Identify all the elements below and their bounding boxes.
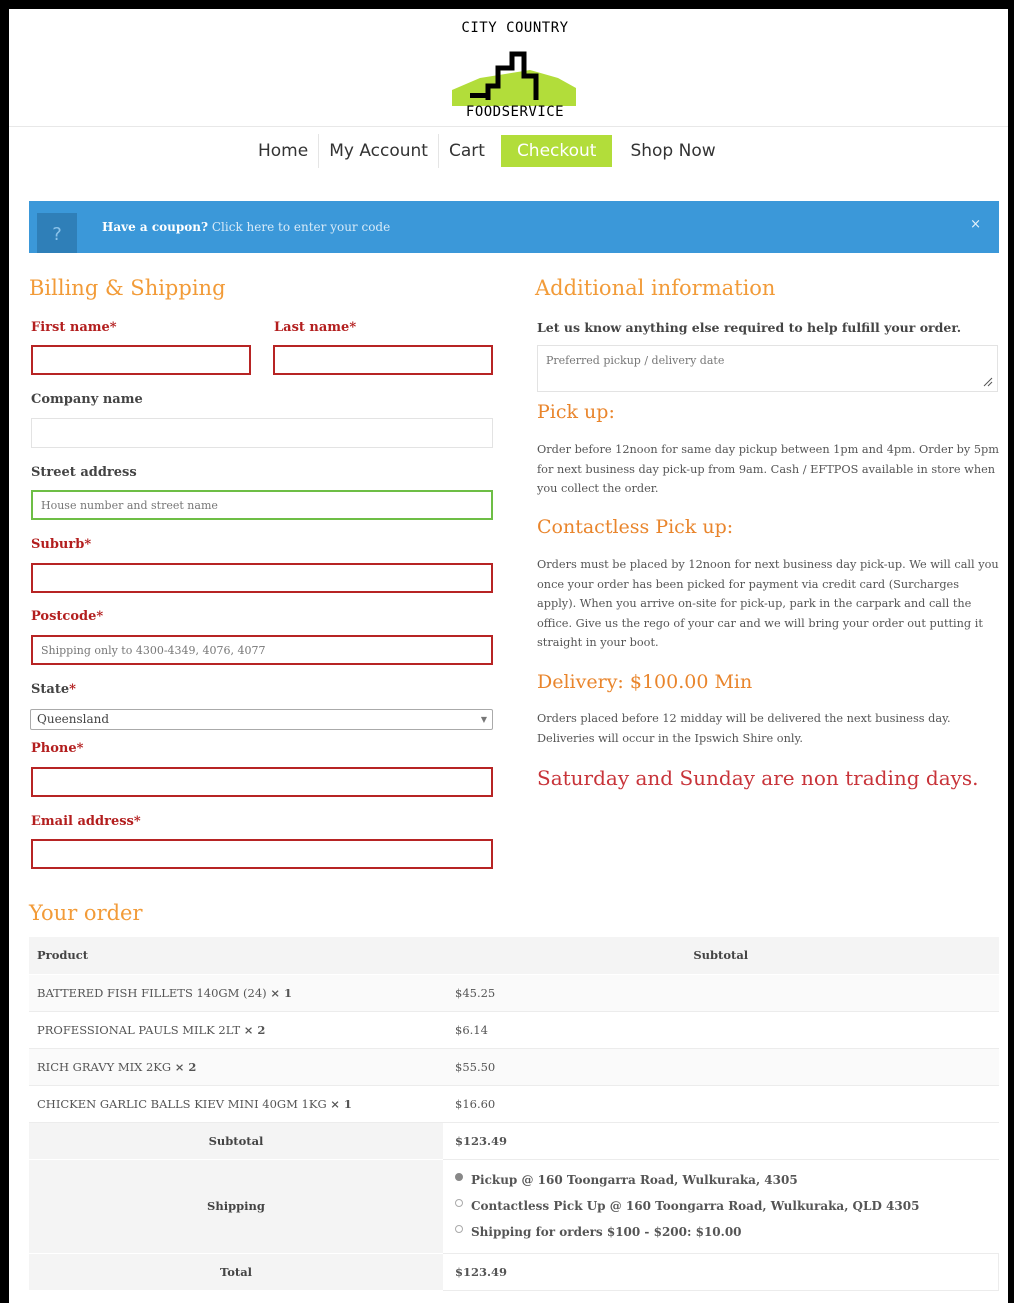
pickup-title: Pick up:: [537, 401, 615, 423]
window-frame-left: [0, 0, 9, 1303]
shipping-option-contactless[interactable]: Contactless Pick Up @ 160 Toongarra Road…: [455, 1193, 998, 1219]
additional-title: Additional information: [535, 276, 776, 300]
shipping-option-pickup[interactable]: Pickup @ 160 Toongarra Road, Wulkuraka, …: [455, 1167, 998, 1193]
total-value: $123.49: [443, 1253, 999, 1291]
product-price: $6.14: [443, 1011, 999, 1049]
contactless-title: Contactless Pick up:: [537, 516, 734, 538]
nav-shop-now[interactable]: Shop Now: [620, 134, 725, 168]
product-name: BATTERED FISH FILLETS 140GM (24): [37, 985, 267, 1000]
product-name: PROFESSIONAL PAULS MILK 2LT: [37, 1022, 241, 1037]
subtotal-value: $123.49: [443, 1122, 999, 1160]
order-table: Product Subtotal BATTERED FISH FILLETS 1…: [29, 937, 999, 1291]
logo-bottom-text: FOODSERVICE: [465, 104, 565, 120]
main-nav: Home My Account Cart Checkout Shop Now: [248, 134, 726, 168]
pickup-text: Order before 12noon for same day pickup …: [537, 443, 999, 495]
table-row: PROFESSIONAL PAULS MILK 2LT × 2 $6.14: [29, 1011, 999, 1049]
contactless-text: Orders must be placed by 12noon for next…: [537, 558, 999, 649]
shipping-options: Pickup @ 160 Toongarra Road, Wulkuraka, …: [443, 1159, 999, 1254]
coupon-link[interactable]: Click here to enter your code: [212, 220, 390, 234]
order-notes-label: Let us know anything else required to he…: [537, 320, 962, 335]
state-value: Queensland: [37, 712, 110, 726]
shipping-label: Shipping: [29, 1159, 443, 1254]
company-field[interactable]: [31, 418, 493, 448]
radio[interactable]: [455, 1224, 463, 1233]
product-name: CHICKEN GARLIC BALLS KIEV MINI 40GM 1KG: [37, 1096, 327, 1111]
close-icon[interactable]: ×: [970, 217, 981, 232]
product-price: $55.50: [443, 1048, 999, 1086]
shipping-row: Shipping Pickup @ 160 Toongarra Road, Wu…: [29, 1159, 999, 1254]
order-title: Your order: [29, 901, 143, 925]
radio-selected[interactable]: [455, 1172, 463, 1181]
total-row: Total $123.49: [29, 1253, 999, 1291]
billing-title: Billing & Shipping: [29, 276, 226, 300]
window-frame-right: [1008, 0, 1014, 1303]
nav-home[interactable]: Home: [248, 134, 320, 168]
product-price: $16.60: [443, 1085, 999, 1123]
delivery-title: Delivery: $100.00 Min: [537, 671, 753, 693]
table-row: RICH GRAVY MIX 2KG × 2 $55.50: [29, 1048, 999, 1086]
subtotal-row: Subtotal $123.49: [29, 1122, 999, 1160]
order-table-header: Product Subtotal: [29, 937, 999, 975]
order-notes-placeholder: Preferred pickup / delivery date: [546, 354, 725, 367]
product-name: RICH GRAVY MIX 2KG: [37, 1059, 172, 1074]
nav-cart[interactable]: Cart: [439, 134, 495, 168]
company-label: Company name: [31, 392, 143, 407]
subtotal-label: Subtotal: [29, 1122, 443, 1160]
delivery-text: Orders placed before 12 midday will be d…: [537, 712, 951, 745]
order-notes-field[interactable]: Preferred pickup / delivery date: [537, 345, 998, 392]
product-qty: × 2: [243, 1022, 266, 1037]
street-label: Street address: [31, 465, 137, 480]
postcode-label: Postcode*: [31, 609, 104, 624]
nav-checkout[interactable]: Checkout: [500, 135, 613, 167]
phone-label: Phone*: [31, 741, 84, 756]
total-label: Total: [29, 1253, 443, 1291]
closed-notice: Saturday and Sunday are non trading days…: [537, 766, 979, 790]
suburb-label: Suburb*: [31, 537, 92, 552]
logo-top-text: CITY COUNTRY: [461, 20, 569, 36]
product-qty: × 1: [330, 1096, 352, 1111]
street-field[interactable]: House number and street name: [31, 490, 493, 520]
site-logo[interactable]: CITY COUNTRY FOODSERVICE: [440, 20, 590, 122]
col-subtotal: Subtotal: [443, 937, 999, 975]
postcode-field[interactable]: Shipping only to 4300-4349, 4076, 4077: [31, 635, 493, 665]
product-qty: × 1: [270, 985, 292, 1000]
email-field[interactable]: [31, 839, 493, 869]
radio[interactable]: [455, 1198, 463, 1207]
first-name-field[interactable]: [31, 345, 251, 375]
chevron-down-icon: ▼: [480, 715, 487, 724]
resize-handle-icon[interactable]: [983, 377, 993, 387]
last-name-label: Last name*: [274, 320, 357, 335]
last-name-field[interactable]: [273, 345, 493, 375]
table-row: BATTERED FISH FILLETS 140GM (24) × 1 $45…: [29, 974, 999, 1012]
col-product: Product: [29, 937, 443, 975]
header-divider: [9, 126, 1008, 127]
suburb-field[interactable]: [31, 563, 493, 593]
window-frame-top: [0, 0, 1014, 9]
first-name-label: First name*: [31, 320, 117, 335]
phone-field[interactable]: [31, 767, 493, 797]
table-row: CHICKEN GARLIC BALLS KIEV MINI 40GM 1KG …: [29, 1085, 999, 1123]
email-label: Email address*: [31, 814, 141, 829]
coupon-prompt: Have a coupon?: [102, 220, 209, 234]
product-price: $45.25: [443, 974, 999, 1012]
shipping-option-delivery[interactable]: Shipping for orders $100 - $200: $10.00: [455, 1219, 998, 1245]
product-qty: × 2: [174, 1059, 197, 1074]
coupon-message: Have a coupon? Click here to enter your …: [102, 220, 390, 234]
nav-my-account[interactable]: My Account: [319, 134, 439, 168]
logo-city-skyline-icon: [452, 51, 576, 106]
question-icon: ?: [37, 213, 77, 253]
state-label: State*: [31, 682, 76, 697]
state-select[interactable]: Queensland ▼: [30, 709, 493, 730]
coupon-notice: ? Have a coupon? Click here to enter you…: [29, 201, 999, 253]
